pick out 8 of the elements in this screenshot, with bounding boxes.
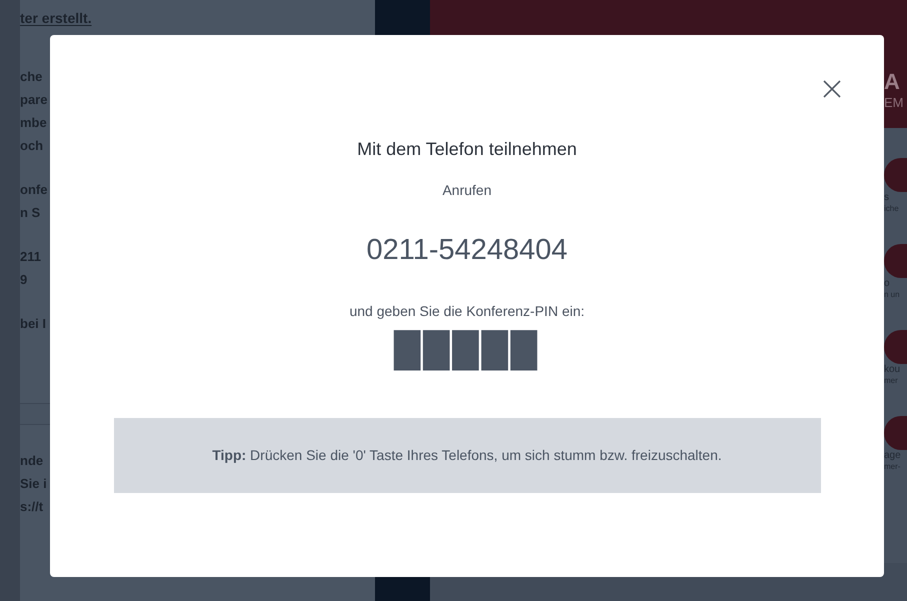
instruction-text: und geben Sie die Konferenz-PIN ein: — [349, 302, 585, 321]
tip-text: Tipp: Drücken Sie die '0' Taste Ihres Telefons, um sich stumm bzw. freizuschalten. — [212, 446, 722, 465]
phone-number: 0211-54248404 — [366, 233, 568, 268]
logo-subtext: EM — [884, 94, 904, 112]
dialog-subtitle: Anrufen — [442, 181, 492, 200]
dialog-title: Mit dem Telefon teilnehmen — [357, 138, 577, 161]
logo-text: A — [884, 70, 900, 94]
close-icon — [822, 79, 842, 99]
